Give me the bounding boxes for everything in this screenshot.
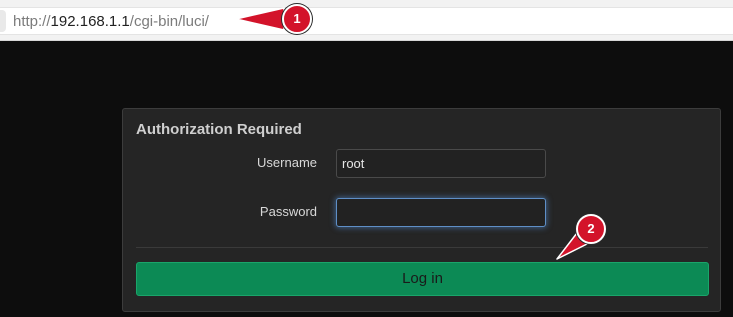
callout-1-arrow: [235, 7, 285, 31]
callout-badge-2: 2: [576, 214, 606, 244]
callout-badge-1: 1: [282, 4, 312, 34]
annotation-arrows: [235, 7, 590, 260]
